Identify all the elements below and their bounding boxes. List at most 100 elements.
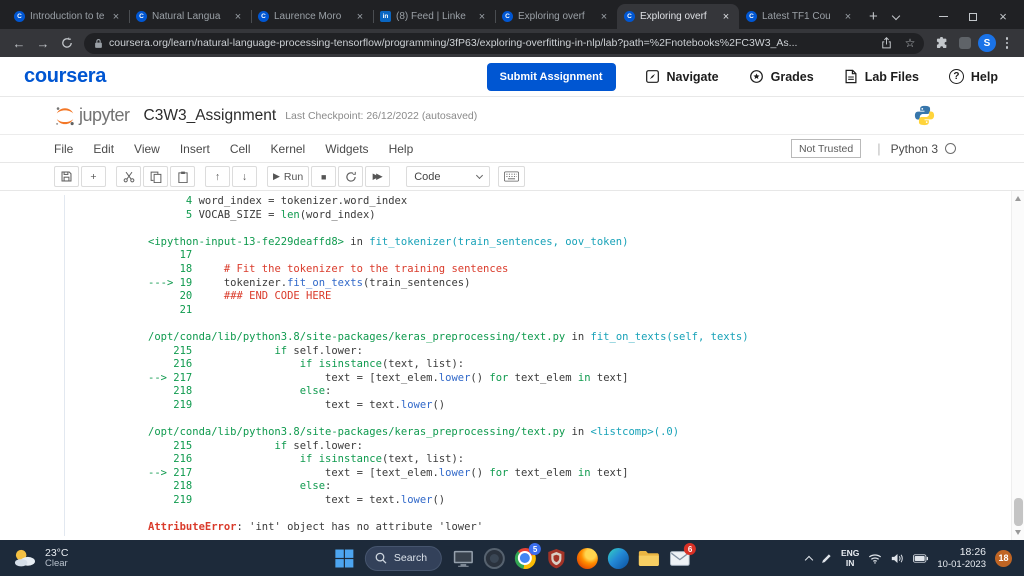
share-icon[interactable] xyxy=(877,37,895,49)
tab-title: Exploring overf xyxy=(640,11,707,22)
cut-cell-button[interactable] xyxy=(116,166,141,187)
menu-edit[interactable]: Edit xyxy=(83,142,124,156)
tab-search-chevron-icon[interactable] xyxy=(886,8,906,26)
close-button[interactable]: × xyxy=(988,4,1018,29)
browser-tab[interactable]: in (8) Feed | Linke × xyxy=(373,4,495,29)
restart-kernel-button[interactable] xyxy=(338,166,364,187)
nav-navigate[interactable]: Navigate xyxy=(630,69,734,84)
weather-temp: 23°C xyxy=(45,546,69,559)
maximize-button[interactable] xyxy=(958,4,988,29)
browser-tab[interactable]: C Exploring overf × xyxy=(617,4,739,29)
pen-icon[interactable] xyxy=(821,553,832,564)
nav-lab-files[interactable]: Lab Files xyxy=(829,69,934,84)
tray-chevron-icon[interactable] xyxy=(804,554,814,564)
wifi-icon[interactable] xyxy=(868,553,882,564)
paste-cells-button[interactable] xyxy=(170,166,195,187)
language-indicator[interactable]: ENG IN xyxy=(841,548,859,568)
padlock-icon xyxy=(94,38,103,49)
notebook-scrollbar[interactable] xyxy=(1011,191,1024,540)
firefox-icon[interactable] xyxy=(574,545,600,571)
weather-widget[interactable]: 23°C Clear xyxy=(12,547,68,570)
save-icon xyxy=(61,171,72,182)
traceback-line: --> 217 text = [text_elem.lower() for te… xyxy=(148,371,629,384)
tab-close-icon[interactable]: × xyxy=(598,11,610,23)
cell-left-border xyxy=(64,195,65,536)
nav-label: Lab Files xyxy=(864,69,919,84)
scissors-icon xyxy=(123,171,134,182)
tab-close-icon[interactable]: × xyxy=(720,11,732,23)
folder-icon[interactable] xyxy=(636,545,662,571)
notification-badge[interactable]: 18 xyxy=(995,549,1012,567)
address-bar[interactable]: coursera.org/learn/natural-language-proc… xyxy=(84,32,924,54)
extension-icon[interactable] xyxy=(954,32,976,54)
scrollbar-down-arrow[interactable] xyxy=(1015,530,1021,535)
nav-grades[interactable]: Grades xyxy=(734,69,829,84)
reload-button[interactable] xyxy=(56,32,78,54)
shield-app-icon[interactable] xyxy=(543,545,569,571)
minimize-button[interactable] xyxy=(928,4,958,29)
scrollbar-thumb[interactable] xyxy=(1014,498,1023,526)
traceback-line: 218 else: xyxy=(148,385,332,398)
start-button[interactable] xyxy=(331,545,357,571)
nav-help[interactable]: ? Help xyxy=(934,69,998,84)
browser-tab[interactable]: C Natural Langua × xyxy=(129,4,251,29)
tab-close-icon[interactable]: × xyxy=(232,11,244,23)
copy-cells-button[interactable] xyxy=(143,166,168,187)
monitor-app-icon[interactable] xyxy=(450,545,476,571)
move-cell-up-button[interactable]: ↑ xyxy=(205,166,230,187)
lab-files-icon xyxy=(844,69,858,84)
tab-strip-tabs: C Introduction to te × C Natural Langua × C Lau… xyxy=(7,4,861,29)
chrome-icon[interactable]: 5 xyxy=(512,543,542,571)
menu-view[interactable]: View xyxy=(124,142,170,156)
menu-help[interactable]: Help xyxy=(379,142,424,156)
move-cell-down-button[interactable]: ↓ xyxy=(232,166,257,187)
interrupt-kernel-button[interactable]: ■ xyxy=(311,166,337,187)
weather-icon xyxy=(12,547,37,568)
kernel-separator: | xyxy=(877,141,881,156)
submit-assignment-button[interactable]: Submit Assignment xyxy=(486,62,616,91)
tab-title: Exploring overf xyxy=(518,11,585,22)
menu-kernel[interactable]: Kernel xyxy=(261,142,316,156)
profile-avatar[interactable]: S xyxy=(978,34,996,52)
forward-button[interactable]: → xyxy=(32,32,54,54)
browser-tab[interactable]: C Exploring overf × xyxy=(495,4,617,29)
browser-menu-icon[interactable] xyxy=(998,37,1016,49)
round-app-icon[interactable] xyxy=(481,545,507,571)
taskbar-search[interactable]: Search xyxy=(364,545,443,571)
language-line2: IN xyxy=(845,558,855,568)
run-button[interactable]: ▶ Run xyxy=(267,166,310,187)
edge-icon[interactable] xyxy=(605,545,631,571)
browser-tab[interactable]: C Latest TF1 Cou × xyxy=(739,4,861,29)
extensions-puzzle-icon[interactable] xyxy=(930,32,952,54)
restart-run-all-button[interactable]: ▶▶ xyxy=(365,166,391,187)
coursera-favicon: C xyxy=(746,11,757,22)
new-tab-button[interactable]: + xyxy=(861,8,886,25)
insert-cell-button[interactable]: + xyxy=(81,166,106,187)
tab-title: (8) Feed | Linke xyxy=(396,11,466,22)
command-palette-button[interactable] xyxy=(498,166,526,187)
menu-insert[interactable]: Insert xyxy=(170,142,220,156)
notebook-title[interactable]: C3W3_Assignment xyxy=(144,107,277,125)
battery-icon[interactable] xyxy=(913,553,929,563)
mail-icon[interactable]: 6 xyxy=(667,543,697,571)
traceback-line xyxy=(148,508,1004,522)
save-button[interactable] xyxy=(54,166,79,187)
menu-cell[interactable]: Cell xyxy=(220,142,261,156)
back-button[interactable]: ← xyxy=(8,32,30,54)
browser-tab[interactable]: C Introduction to te × xyxy=(7,4,129,29)
tab-close-icon[interactable]: × xyxy=(476,11,488,23)
copy-icon xyxy=(150,171,161,183)
menu-file[interactable]: File xyxy=(54,142,83,156)
menu-widgets[interactable]: Widgets xyxy=(315,142,378,156)
tab-close-icon[interactable]: × xyxy=(354,11,366,23)
tab-close-icon[interactable]: × xyxy=(110,11,122,23)
browser-tab[interactable]: C Laurence Moro × xyxy=(251,4,373,29)
tab-close-icon[interactable]: × xyxy=(842,11,854,23)
jupyter-logo[interactable]: jupyter xyxy=(54,105,130,127)
volume-icon[interactable] xyxy=(891,553,904,564)
scrollbar-up-arrow[interactable] xyxy=(1015,196,1021,201)
bookmark-star-icon[interactable]: ☆ xyxy=(901,36,919,50)
taskbar-clock[interactable]: 18:26 10-01-2023 xyxy=(937,546,986,571)
cell-type-select[interactable]: Code xyxy=(406,166,491,187)
coursera-logo[interactable]: coursera xyxy=(24,65,106,88)
